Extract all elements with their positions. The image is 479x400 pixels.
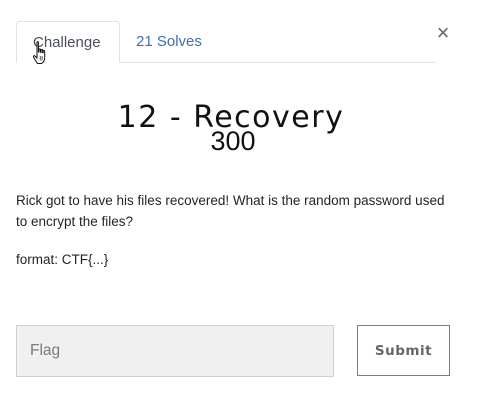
submit-button[interactable]: Submit	[357, 325, 450, 376]
flag-input[interactable]	[16, 325, 334, 377]
tab-solves[interactable]: 21 Solves	[120, 21, 218, 62]
hand-pointer-icon	[32, 41, 46, 64]
challenge-description: Rick got to have his files recovered! Wh…	[16, 193, 445, 229]
tab-solves-label: 21 Solves	[136, 33, 202, 50]
challenge-points: 300	[210, 126, 256, 156]
challenge-tabs: Challenge 21 Solves	[16, 21, 436, 63]
close-icon[interactable]: ×	[434, 22, 452, 44]
flag-format-hint: format: CTF{...}	[16, 252, 109, 267]
